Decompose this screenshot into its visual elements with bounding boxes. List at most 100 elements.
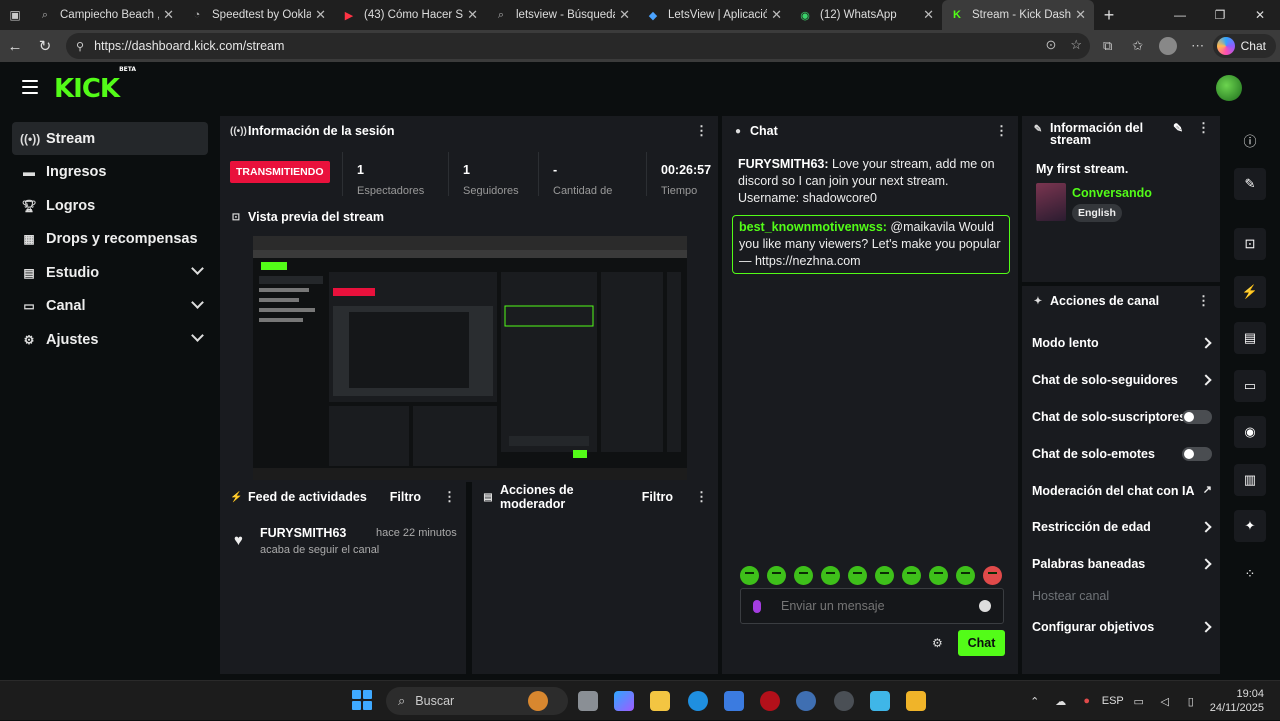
chat-username[interactable]: FURYSMITH63: — [738, 157, 829, 171]
emote-icon[interactable] — [821, 566, 840, 585]
more-options-icon[interactable]: ⋮ — [443, 489, 456, 505]
more-options-icon[interactable]: ⋮ — [1197, 293, 1210, 309]
more-options-icon[interactable]: ⋮ — [695, 123, 708, 139]
task-view-icon[interactable] — [578, 691, 598, 711]
menu-icon[interactable] — [22, 80, 38, 94]
app-yellow-icon[interactable] — [906, 691, 926, 711]
clock[interactable]: 19:04 24/11/2025 — [1210, 687, 1264, 715]
more-options-icon[interactable]: ⋮ — [1197, 121, 1210, 134]
widget-icon[interactable] — [528, 691, 548, 711]
chat-username[interactable]: best_knownmotivenwss: — [739, 220, 887, 234]
lightning-icon[interactable]: ⚡ — [1234, 276, 1266, 308]
broadcast-icon[interactable]: ◉ — [1234, 416, 1266, 448]
emote-icon[interactable] — [902, 566, 921, 585]
more-options-icon[interactable]: ⋮ — [995, 123, 1008, 139]
browser-tab[interactable]: ◔ Speedtest by Ookla - T✕ — [182, 0, 334, 30]
browser-tab-active[interactable]: K Stream - Kick Dashboa✕ — [942, 0, 1094, 30]
letsview-icon[interactable] — [870, 691, 890, 711]
file-explorer-icon[interactable] — [650, 691, 670, 711]
info-icon[interactable]: ⓘ — [1234, 124, 1266, 156]
new-tab-button[interactable]: + — [1094, 5, 1124, 26]
app-red-icon[interactable] — [760, 691, 780, 711]
filter-button[interactable]: Filtro — [642, 490, 673, 504]
preview-icon[interactable]: ⊡ — [1234, 228, 1266, 260]
browser-tab[interactable]: ▶ (43) Cómo Hacer Strea✕ — [334, 0, 486, 30]
battery-icon[interactable]: ▯ — [1178, 695, 1204, 708]
close-tab-icon[interactable]: ✕ — [467, 7, 478, 23]
emote-icon[interactable] — [929, 566, 948, 585]
action-slow-mode[interactable]: Modo lento — [1032, 333, 1212, 353]
profile-avatar[interactable] — [1158, 37, 1177, 55]
stream-preview-video[interactable] — [253, 236, 687, 480]
feed-user[interactable]: FURYSMITH63 — [260, 526, 346, 540]
apps-icon[interactable]: ⁘ — [1234, 558, 1266, 590]
action-banned-words[interactable]: Palabras baneadas — [1032, 554, 1212, 574]
chevron-up-icon[interactable]: ⌃ — [1022, 695, 1048, 708]
close-tab-icon[interactable]: ✕ — [315, 7, 326, 23]
favorites-icon[interactable]: ✩ — [1123, 38, 1153, 54]
edit-pencil-icon[interactable]: ✎ — [1234, 168, 1266, 200]
more-menu-icon[interactable]: ⋯ — [1183, 38, 1213, 54]
document-icon[interactable]: ▤ — [1234, 322, 1266, 354]
browser-tab[interactable]: ◉ (12) WhatsApp ✕ — [790, 0, 942, 30]
copilot-chat-button[interactable]: Chat — [1212, 34, 1276, 58]
emoji-icon[interactable] — [979, 600, 991, 612]
emote-icon[interactable] — [956, 566, 975, 585]
subscribers-only-toggle[interactable] — [1182, 410, 1212, 424]
reload-icon[interactable]: ↻ — [30, 30, 60, 62]
layout-icon[interactable]: ▥ — [1234, 464, 1266, 496]
emote-icon[interactable] — [767, 566, 786, 585]
microphone-icon[interactable] — [753, 599, 761, 613]
store-icon[interactable] — [724, 691, 744, 711]
emote-icon[interactable] — [794, 566, 813, 585]
language-indicator[interactable]: ESP — [1100, 695, 1126, 707]
sidebar-item-logros[interactable]: 🏆︎ Logros — [12, 189, 208, 222]
copilot-app-icon[interactable] — [614, 691, 634, 711]
extensions-icon[interactable]: ⧉ — [1093, 38, 1123, 54]
chat-bubble-icon[interactable]: ▭ — [1234, 370, 1266, 402]
edit-pencil-icon[interactable]: ✎ — [1173, 122, 1183, 134]
sidebar-item-estudio[interactable]: ▤ Estudio — [12, 256, 208, 289]
maximize-icon[interactable]: ❐ — [1200, 0, 1240, 30]
windows-start-icon[interactable] — [352, 690, 372, 710]
emote-icon[interactable] — [848, 566, 867, 585]
sidebar-item-canal[interactable]: ▭ Canal — [12, 290, 208, 323]
user-avatar[interactable] — [1216, 75, 1242, 101]
url-field[interactable]: ⚲ https://dashboard.kick.com/stream ⊙ ☆ — [66, 33, 1090, 59]
sidebar-item-drops[interactable]: ▦ Drops y recompensas — [12, 223, 208, 256]
tab-actions-icon[interactable]: ▣ — [0, 0, 30, 30]
close-window-icon[interactable]: ✕ — [1240, 0, 1280, 30]
kick-logo[interactable]: KICKBETA — [54, 66, 136, 104]
close-tab-icon[interactable]: ✕ — [771, 7, 782, 23]
sidebar-item-ajustes[interactable]: ⚙ Ajustes — [12, 323, 208, 356]
close-tab-icon[interactable]: ✕ — [619, 7, 630, 23]
obs-icon[interactable] — [834, 691, 854, 711]
action-age-restriction[interactable]: Restricción de edad — [1032, 517, 1212, 537]
edge-icon[interactable] — [688, 691, 708, 711]
action-ai-moderation[interactable]: Moderación del chat con IA ↗ — [1032, 481, 1212, 501]
minimize-icon[interactable]: — — [1160, 0, 1200, 30]
network-icon[interactable]: ▭ — [1126, 695, 1152, 708]
stream-category[interactable]: Conversando — [1072, 186, 1152, 200]
close-tab-icon[interactable]: ✕ — [923, 7, 934, 23]
microphone-icon[interactable]: ● — [1074, 695, 1100, 707]
favorite-star-icon[interactable]: ☆ — [1070, 37, 1082, 53]
chat-message-input[interactable] — [781, 599, 971, 613]
back-icon[interactable]: ← — [0, 30, 30, 62]
browser-tab[interactable]: ⌕ Campiecho Beach , Ast ✕ — [30, 0, 182, 30]
action-set-goals[interactable]: Configurar objetivos — [1032, 617, 1212, 637]
sidebar-item-ingresos[interactable]: ▬ Ingresos — [12, 156, 208, 189]
wrench-icon[interactable]: ✦ — [1234, 510, 1266, 542]
close-tab-icon[interactable]: ✕ — [1075, 7, 1086, 23]
browser-tab[interactable]: ◆ LetsView | Aplicación g✕ — [638, 0, 790, 30]
emote-icon[interactable] — [875, 566, 894, 585]
browser-tab[interactable]: ⌕ letsview - Búsqueda ✕ — [486, 0, 638, 30]
volume-icon[interactable]: ◁ — [1152, 695, 1178, 708]
action-followers-only[interactable]: Chat de solo-seguidores — [1032, 370, 1212, 390]
more-options-icon[interactable]: ⋮ — [695, 489, 708, 505]
steam-icon[interactable] — [796, 691, 816, 711]
close-tab-icon[interactable]: ✕ — [163, 7, 174, 23]
cloud-icon[interactable]: ☁ — [1048, 695, 1074, 708]
emotes-only-toggle[interactable] — [1182, 447, 1212, 461]
filter-button[interactable]: Filtro — [390, 490, 421, 504]
